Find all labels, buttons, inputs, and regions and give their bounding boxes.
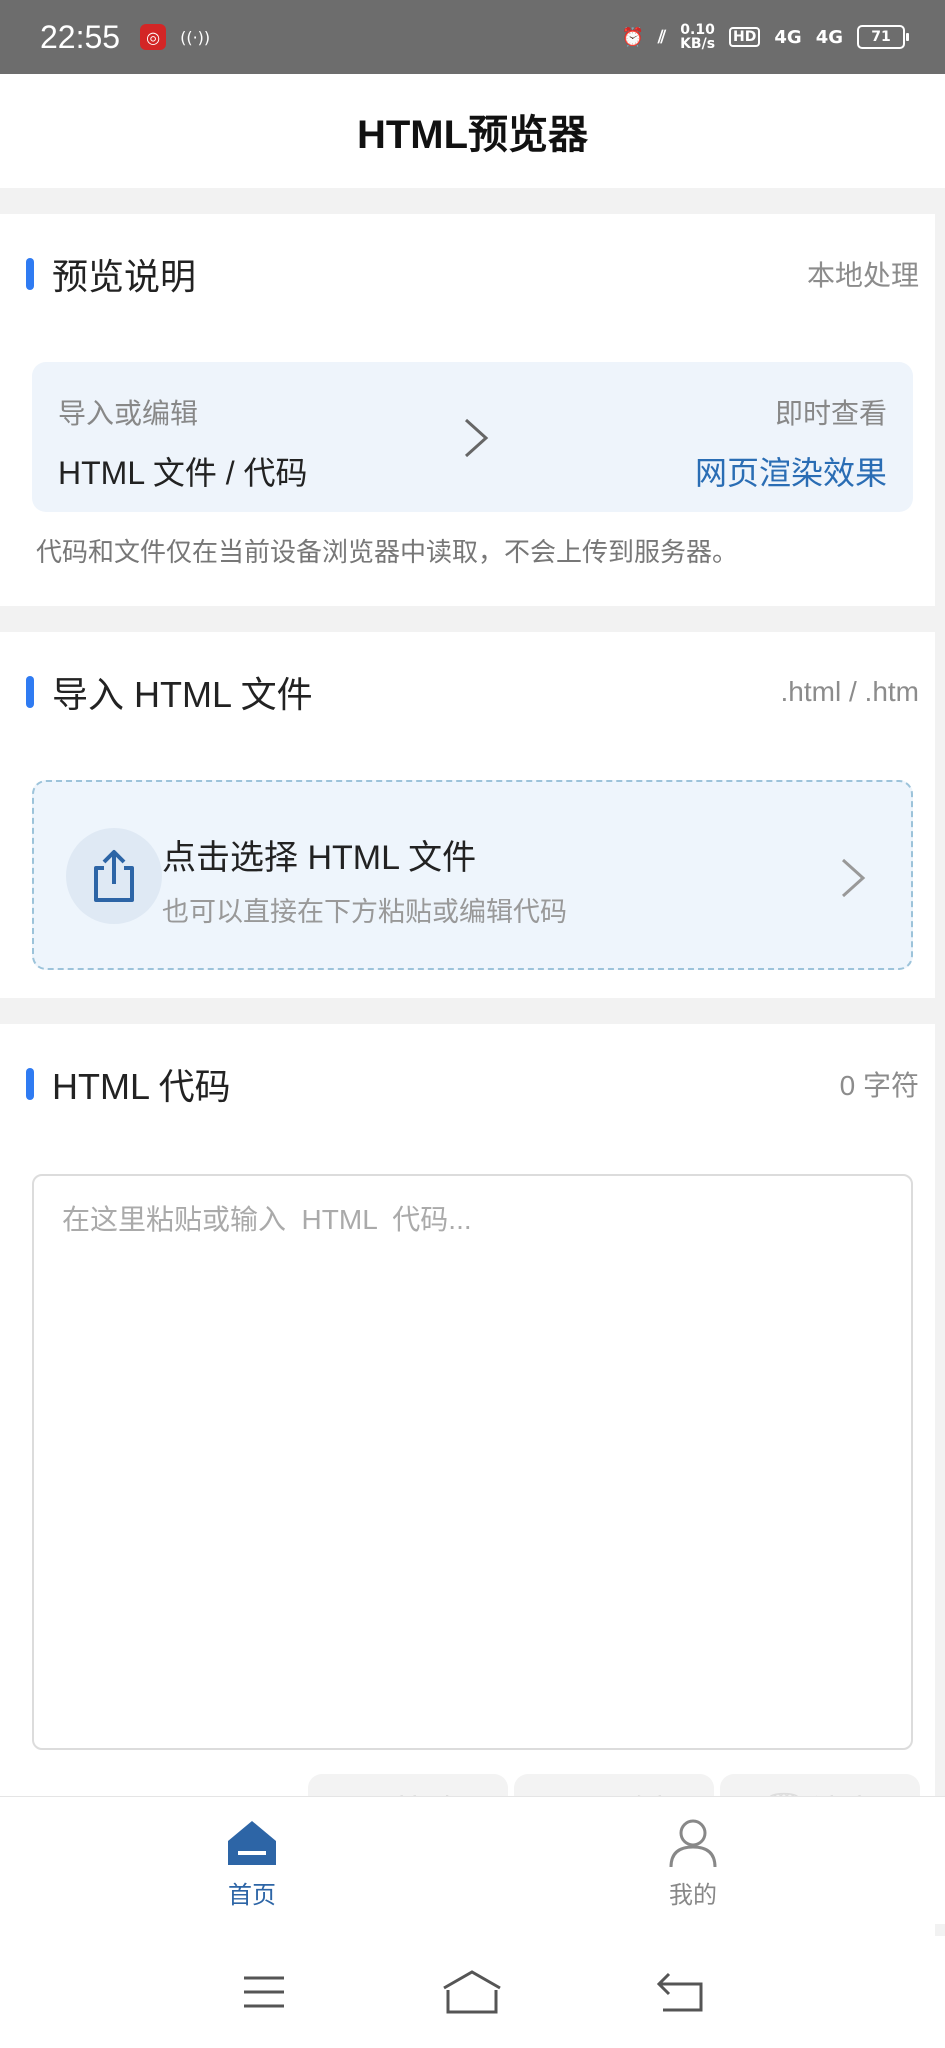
flow-box: 导入或编辑 HTML 文件 / 代码 即时查看 网页渲染效果 <box>32 362 913 512</box>
flow-right-small: 即时查看 <box>774 397 887 430</box>
upload-icon <box>94 850 134 902</box>
flow-right-big: 网页渲染效果 <box>694 454 887 492</box>
signal-1: 4G <box>774 26 802 48</box>
netease-music-icon: ◎ <box>140 24 167 50</box>
back-icon[interactable] <box>651 1967 711 2017</box>
tab-bar: 首页 我的 <box>0 1796 945 1924</box>
code-header: HTML 代码 0 字符 <box>0 1024 935 1144</box>
section-accent-bar <box>26 258 34 290</box>
nfc-icon: ⫽ <box>658 26 667 48</box>
file-upload-button[interactable]: 点击选择 HTML 文件 也可以直接在下方粘贴或编辑代码 <box>32 780 913 970</box>
net-speed-unit: KB/s <box>680 36 716 52</box>
import-aside: .html / .htm <box>780 676 919 707</box>
chevron-right-icon <box>464 418 489 458</box>
system-nav-bar <box>0 1936 945 2048</box>
section-accent-bar <box>26 1068 34 1100</box>
home-nav-icon[interactable] <box>442 1967 502 2017</box>
status-right-icons: ⏰ ⫽ 0.10 KB/s HD 4G 4G 71 <box>621 23 909 51</box>
code-title: HTML 代码 <box>52 1066 231 1107</box>
chevron-right-icon <box>841 858 866 898</box>
upload-title: 点击选择 HTML 文件 <box>162 839 477 877</box>
page-title: HTML预览器 <box>356 113 589 157</box>
tab-home[interactable]: 首页 <box>172 1817 332 1910</box>
upload-icon-wrap <box>66 828 162 924</box>
html-code-input[interactable] <box>32 1174 913 1750</box>
section-accent-bar <box>26 676 34 708</box>
signal-2: 4G <box>815 26 843 48</box>
battery-icon: 71 <box>857 25 909 49</box>
app-header: HTML预览器 <box>0 74 945 188</box>
home-icon <box>228 1821 276 1865</box>
import-title: 导入 HTML 文件 <box>52 674 313 715</box>
flow-left-big: HTML 文件 / 代码 <box>58 455 308 491</box>
user-icon <box>669 1819 717 1867</box>
tab-mine-label: 我的 <box>669 1881 717 1909</box>
char-count: 0 字符 <box>839 1070 919 1101</box>
preview-info-card: 预览说明 本地处理 导入或编辑 HTML 文件 / 代码 即时查看 网页渲染效果… <box>0 214 935 606</box>
menu-icon[interactable] <box>234 1967 294 2017</box>
hd-icon: HD <box>729 27 761 47</box>
import-header: 导入 HTML 文件 .html / .htm <box>0 632 935 752</box>
preview-info-header: 预览说明 本地处理 <box>0 214 935 334</box>
alarm-icon: ⏰ <box>621 26 645 48</box>
net-speed-value: 0.10 <box>680 22 715 38</box>
import-card: 导入 HTML 文件 .html / .htm 点击选择 HTML 文件 也可以… <box>0 632 935 998</box>
status-bar: 22:55 ◎ ((·)) ⏰ ⫽ 0.10 KB/s HD 4G 4G 71 <box>0 0 945 74</box>
status-left-icons: ◎ ((·)) <box>140 24 210 50</box>
net-speed: 0.10 KB/s <box>680 23 715 51</box>
hotspot-icon: ((·)) <box>180 27 211 47</box>
status-time: 22:55 <box>40 18 121 55</box>
tab-home-label: 首页 <box>228 1881 276 1909</box>
preview-info-aside: 本地处理 <box>806 260 919 291</box>
privacy-note: 代码和文件仅在当前设备浏览器中读取，不会上传到服务器。 <box>36 538 739 568</box>
tab-mine[interactable]: 我的 <box>613 1817 773 1910</box>
upload-subtitle: 也可以直接在下方粘贴或编辑代码 <box>162 897 567 928</box>
flow-left-small: 导入或编辑 <box>58 397 199 430</box>
preview-info-title: 预览说明 <box>52 256 197 297</box>
